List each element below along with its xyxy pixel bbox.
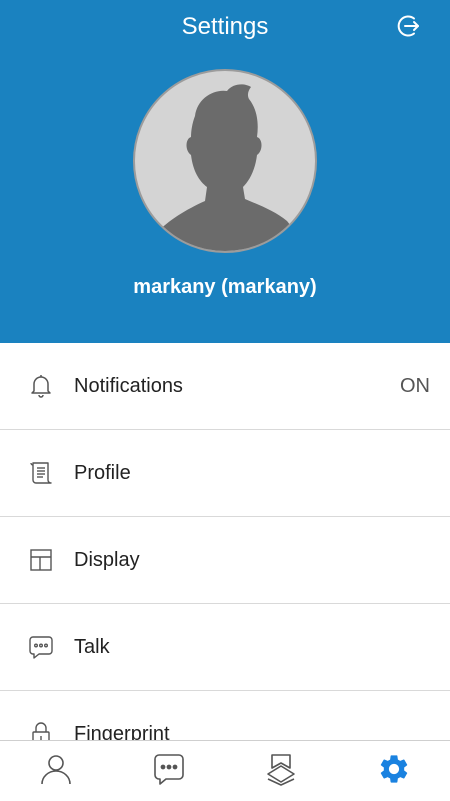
chat-bubble-icon (27, 633, 55, 661)
menu-item-notifications[interactable]: Notifications ON (0, 343, 450, 430)
nav-contacts[interactable] (0, 741, 113, 801)
bottom-nav (0, 740, 450, 801)
logout-button[interactable] (393, 12, 425, 44)
bell-icon (27, 372, 55, 400)
notifications-status: ON (400, 375, 430, 398)
menu-item-label: Notifications (74, 375, 183, 398)
gear-icon (377, 752, 411, 791)
settings-menu: Notifications ON Profile Display (0, 343, 450, 740)
avatar[interactable] (133, 69, 317, 253)
menu-item-label: Talk (74, 636, 110, 659)
person-icon (39, 752, 73, 791)
user-name: markany (markany) (0, 276, 450, 299)
menu-item-fingerprint[interactable]: Fingerprint (0, 691, 450, 740)
menu-item-label: Profile (74, 462, 131, 485)
menu-item-label: Fingerprint (74, 723, 170, 741)
menu-item-profile[interactable]: Profile (0, 430, 450, 517)
bookmark-chevron-icon (264, 752, 298, 791)
page-title: Settings (0, 13, 450, 41)
logout-icon (396, 13, 422, 44)
scroll-icon (27, 459, 55, 487)
menu-item-label: Display (74, 549, 140, 572)
menu-item-talk[interactable]: Talk (0, 604, 450, 691)
menu-item-display[interactable]: Display (0, 517, 450, 604)
nav-settings[interactable] (338, 741, 450, 801)
settings-header: Settings markany (markany) (0, 0, 450, 343)
nav-bookmark[interactable] (225, 741, 338, 801)
avatar-silhouette-icon (140, 84, 310, 251)
nav-chat[interactable] (113, 741, 226, 801)
layout-icon (27, 546, 55, 574)
chat-icon (152, 752, 186, 791)
lock-icon (27, 720, 55, 740)
